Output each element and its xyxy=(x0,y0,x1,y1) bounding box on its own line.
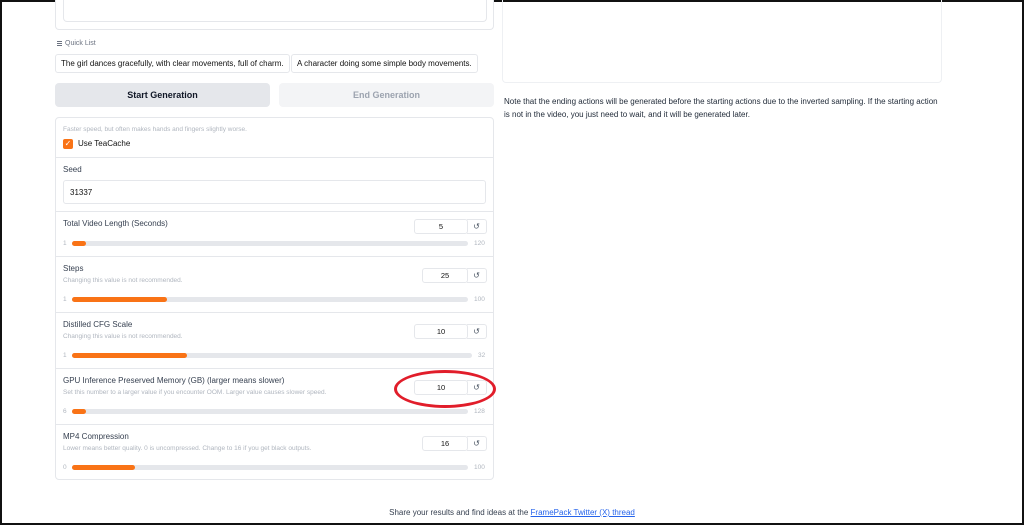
slider-max: 100 xyxy=(474,296,485,303)
cfg-fill xyxy=(72,353,187,358)
reset-icon[interactable]: ↺ xyxy=(467,268,487,283)
quick-list-label: Quick List xyxy=(57,40,96,47)
teacache-checkbox[interactable]: ✓ xyxy=(63,139,73,149)
quick-list-item[interactable]: The girl dances gracefully, with clear m… xyxy=(55,54,290,73)
mp4-compression-title: MP4 Compression xyxy=(63,432,129,441)
note-text: Note that the ending actions will be gen… xyxy=(504,97,938,119)
video-length-title: Total Video Length (Seconds) xyxy=(63,219,168,228)
slider-max: 128 xyxy=(474,408,485,415)
divider xyxy=(56,424,493,425)
steps-info: Changing this value is not recommended. xyxy=(63,277,183,284)
video-length-track[interactable] xyxy=(72,241,468,246)
slider-min: 1 xyxy=(63,240,67,247)
gpu-memory-title: GPU Inference Preserved Memory (GB) (lar… xyxy=(63,376,285,385)
divider xyxy=(56,312,493,313)
quick-list-item[interactable]: A character doing some simple body movem… xyxy=(291,54,478,73)
steps-title: Steps xyxy=(63,264,84,273)
divider xyxy=(56,157,493,158)
slider-min: 1 xyxy=(63,296,67,303)
footer: Share your results and find ideas at the… xyxy=(0,508,1024,517)
list-icon xyxy=(57,41,62,46)
video-length-input[interactable]: 5 xyxy=(414,219,468,234)
slider-min: 1 xyxy=(63,352,67,359)
reset-icon[interactable]: ↺ xyxy=(467,219,487,234)
gpu-memory-track[interactable] xyxy=(72,409,468,414)
cfg-info: Changing this value is not recommended. xyxy=(63,333,183,340)
highlight-ellipse xyxy=(394,370,496,408)
cfg-title: Distilled CFG Scale xyxy=(63,320,133,329)
reset-icon[interactable]: ↺ xyxy=(467,436,487,451)
end-generation-button[interactable]: End Generation xyxy=(279,83,494,107)
slider-min: 0 xyxy=(63,464,67,471)
video-preview-panel xyxy=(502,0,942,83)
mp4-compression-info: Lower means better quality. 0 is uncompr… xyxy=(63,445,312,452)
slider-max: 120 xyxy=(474,240,485,247)
reset-icon[interactable]: ↺ xyxy=(467,324,487,339)
cfg-input[interactable]: 10 xyxy=(414,324,468,339)
mp4-compression-fill xyxy=(72,465,135,470)
gpu-memory-fill xyxy=(72,409,86,414)
teacache-label: Use TeaCache xyxy=(78,139,131,148)
video-length-fill xyxy=(72,241,86,246)
slider-min: 6 xyxy=(63,408,67,415)
divider xyxy=(56,368,493,369)
twitter-thread-link[interactable]: FramePack Twitter (X) thread xyxy=(531,508,635,517)
teacache-info: Faster speed, but often makes hands and … xyxy=(63,126,247,133)
seed-label: Seed xyxy=(63,165,82,174)
slider-max: 100 xyxy=(474,464,485,471)
mp4-compression-input[interactable]: 16 xyxy=(422,436,468,451)
divider xyxy=(56,256,493,257)
gpu-memory-info: Set this number to a larger value if you… xyxy=(63,389,327,396)
prompt-textarea[interactable] xyxy=(63,0,487,22)
slider-max: 32 xyxy=(478,352,486,359)
steps-fill xyxy=(72,297,167,302)
steps-input[interactable]: 25 xyxy=(422,268,468,283)
footer-text: Share your results and find ideas at the xyxy=(389,508,531,517)
start-generation-button[interactable]: Start Generation xyxy=(55,83,270,107)
seed-input[interactable]: 31337 xyxy=(63,180,486,204)
divider xyxy=(56,211,493,212)
